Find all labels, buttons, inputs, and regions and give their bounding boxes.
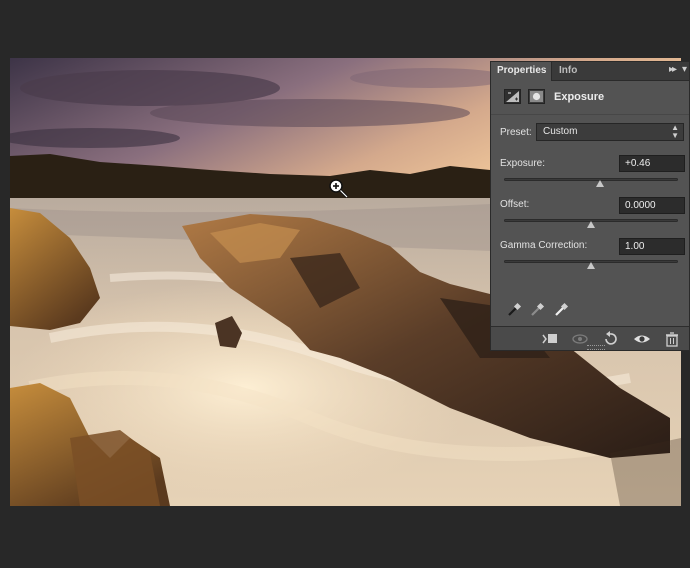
preset-value: Custom xyxy=(543,126,578,137)
resize-grip-icon[interactable] xyxy=(587,345,605,350)
white-point-eyedropper-icon[interactable] xyxy=(553,302,569,318)
zoom-in-icon xyxy=(329,179,349,199)
exposure-slider-thumb[interactable] xyxy=(595,180,604,187)
adjustment-title: Exposure xyxy=(554,91,605,103)
offset-label: Offset: xyxy=(500,199,530,210)
panel-menu-icon[interactable]: ▾ xyxy=(682,64,687,75)
exposure-field[interactable]: +0.46 xyxy=(619,155,685,172)
divider xyxy=(491,114,689,115)
collapse-panel-icon[interactable]: ▸▸ xyxy=(669,64,677,75)
delete-trash-icon[interactable] xyxy=(663,331,681,347)
visibility-eye-icon[interactable] xyxy=(633,331,651,347)
gamma-label: Gamma Correction: xyxy=(500,240,588,251)
gamma-field[interactable]: 1.00 xyxy=(619,238,685,255)
adjustment-header: Exposure xyxy=(491,81,689,111)
tab-properties[interactable]: Properties xyxy=(491,62,552,81)
offset-field[interactable]: 0.0000 xyxy=(619,197,685,214)
properties-panel: Properties Info ▸▸ ▾ Exposure Preset: Cu… xyxy=(490,61,690,351)
exposure-adjustment-icon[interactable] xyxy=(504,89,521,104)
tab-info[interactable]: Info xyxy=(553,62,593,80)
dropdown-arrows-icon: ▲ ▼ xyxy=(671,123,679,140)
exposure-label: Exposure: xyxy=(500,158,546,169)
black-point-eyedropper-icon[interactable] xyxy=(506,302,522,318)
gray-point-eyedropper-icon[interactable] xyxy=(529,302,545,318)
exposure-slider-track[interactable] xyxy=(504,178,678,181)
clip-to-layer-icon[interactable] xyxy=(541,331,559,347)
preset-label: Preset: xyxy=(500,127,532,138)
layer-mask-icon[interactable] xyxy=(528,89,545,104)
gamma-slider-thumb[interactable] xyxy=(587,262,595,269)
offset-slider-thumb[interactable] xyxy=(587,221,595,228)
preset-dropdown[interactable]: Custom ▲ ▼ xyxy=(536,123,684,141)
panel-tab-bar: Properties Info ▸▸ ▾ xyxy=(491,62,689,81)
